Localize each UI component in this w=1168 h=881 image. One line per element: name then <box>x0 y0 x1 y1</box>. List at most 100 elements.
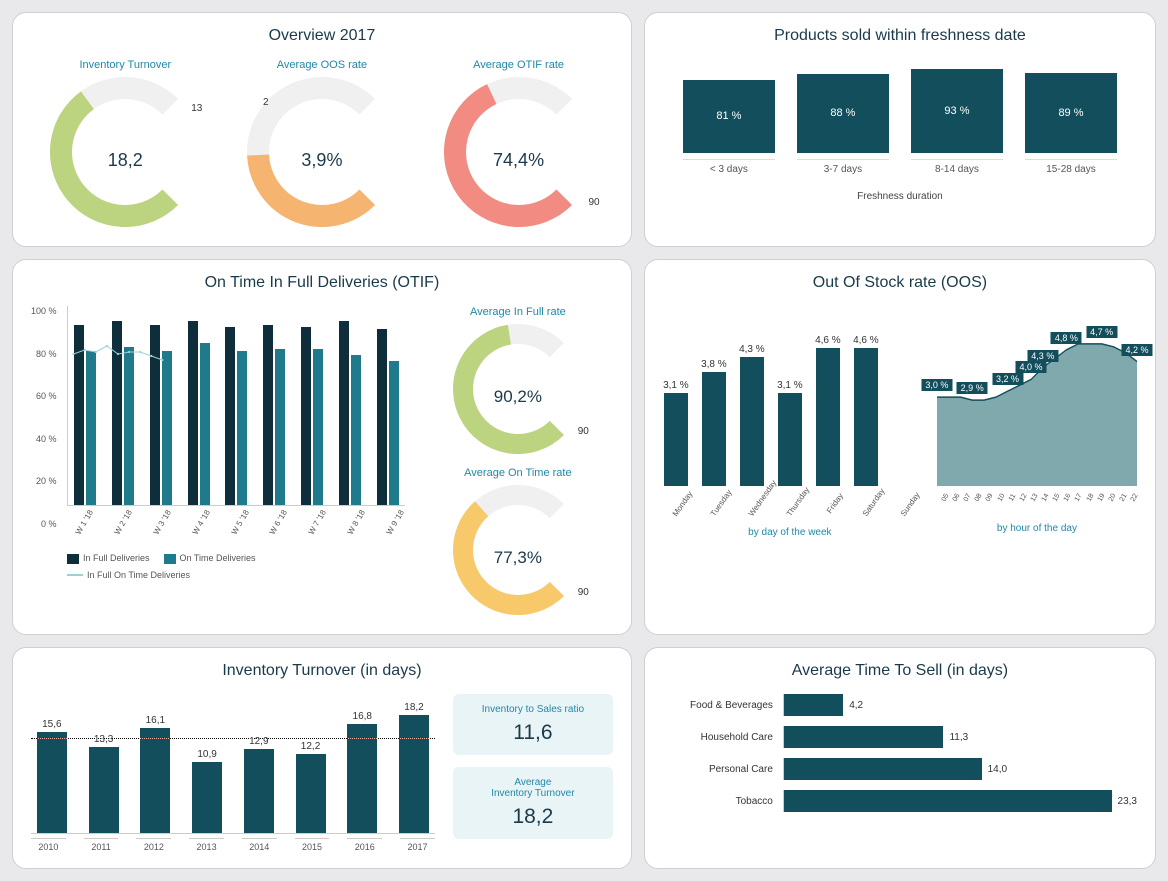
inventory-kpis: Inventory to Sales ratio 11,6Average Inv… <box>453 694 613 851</box>
oos-day-bar: 4,6 % <box>815 335 841 486</box>
bar-on-time <box>313 349 323 505</box>
card-title-otif: On Time In Full Deliveries (OTIF) <box>31 274 613 292</box>
gauge-label: Average In Full rate <box>470 306 566 318</box>
oos-caption-hour: by hour of the day <box>937 523 1137 534</box>
oos-hour-cats: 050607080910111213141516171819202122 <box>937 490 1137 503</box>
bar-on-time <box>275 349 285 505</box>
bar-value: 3,1 % <box>663 380 689 391</box>
bar-on-time <box>124 347 134 505</box>
otif-bars <box>67 306 405 506</box>
card-time-to-sell: Average Time To Sell (in days) Food & Be… <box>644 647 1156 869</box>
oos-day-bar <box>891 484 917 486</box>
bar-on-time <box>200 343 210 505</box>
bar-value: 14,0 <box>988 764 1007 775</box>
gauge-value: 74,4% <box>493 150 544 171</box>
bar <box>784 790 1112 812</box>
oos-hour-label: 4,3 % <box>1027 350 1058 362</box>
bar-in-full <box>150 325 160 505</box>
bar <box>784 694 843 716</box>
bar <box>702 372 726 486</box>
kpi-value: 18,2 <box>467 805 599 829</box>
oos-hour-label: 3,2 % <box>992 373 1023 385</box>
gauge-label: Inventory Turnover <box>79 59 171 71</box>
oos-day-bar: 3,1 % <box>777 380 803 486</box>
tts-row: Food & Beverages 4,2 <box>663 694 1137 716</box>
oos-day-bar: 3,1 % <box>663 380 689 486</box>
bar-value: 4,3 % <box>739 344 765 355</box>
inventory-bar: 16,8 <box>345 711 379 833</box>
gauge-value: 3,9% <box>301 150 342 171</box>
dashboard: Overview 2017 Inventory Turnover 18,2 13… <box>12 12 1156 869</box>
inventory-bar: 12,2 <box>294 741 328 833</box>
otif-group <box>375 329 401 505</box>
inventory-chart: 15,6 13,3 16,1 10,9 12,9 12,2 16,8 18,2 … <box>31 694 435 852</box>
freshness-bar: 88 % 3-7 days <box>797 74 889 175</box>
bar-value: 3,1 % <box>777 380 803 391</box>
bar <box>244 749 274 833</box>
bar-in-full <box>74 325 84 505</box>
bar-value: 13,3 <box>94 734 113 745</box>
oos-hour-label: 4,7 % <box>1086 326 1117 338</box>
bar-value: 10,9 <box>197 749 216 760</box>
bar <box>89 747 119 833</box>
kpi-label: Average Inventory Turnover <box>467 777 599 799</box>
card-title-overview: Overview 2017 <box>31 27 613 45</box>
otif-yaxis: 100 %80 %60 %40 %20 %0 % <box>31 306 57 529</box>
gauge-marker: 2 <box>263 97 269 108</box>
inventory-bar: 15,6 <box>35 719 69 833</box>
bar-on-time <box>389 361 399 505</box>
gauge-value: 18,2 <box>108 150 143 171</box>
oos-day-bar: 4,3 % <box>739 344 765 486</box>
inventory-bar: 12,9 <box>242 736 276 833</box>
bar: 89 % <box>1025 73 1117 153</box>
oos-hour-label: 2,9 % <box>957 382 988 394</box>
bar <box>816 348 840 486</box>
gauge-marker: 90 <box>588 197 599 208</box>
bar-on-time <box>237 351 247 505</box>
otif-group <box>110 321 136 505</box>
oos-day-bar: 3,8 % <box>701 359 727 486</box>
bar-in-full <box>301 327 311 505</box>
legend-on-time: On Time Deliveries <box>180 553 256 563</box>
bar-on-time <box>162 351 172 505</box>
bar-category: < 3 days <box>683 159 775 175</box>
otif-legend: In Full Deliveries On Time Deliveries In… <box>67 553 405 580</box>
bar-in-full <box>225 327 235 505</box>
gauge-average-oos-rate: Average OOS rate 3,9% 2 <box>247 59 397 230</box>
freshness-bars: 81 % < 3 days 88 % 3-7 days 93 % 8-14 da… <box>663 59 1137 181</box>
freshness-bar: 81 % < 3 days <box>683 80 775 175</box>
kpi-value: 11,6 <box>467 721 599 745</box>
oos-hour-label: 4,0 % <box>1016 361 1047 373</box>
gauge-average-in-full-rate: Average In Full rate 90,2% 90 <box>423 306 613 457</box>
bar: 81 % <box>683 80 775 153</box>
kpi-box: Average Inventory Turnover 18,2 <box>453 767 613 839</box>
otif-group <box>299 327 325 505</box>
gauge-average-otif-rate: Average OTIF rate 74,4% 90 <box>444 59 594 230</box>
gauge-label: Average OOS rate <box>277 59 367 71</box>
time-to-sell-chart: Food & Beverages 4,2 Household Care 11,3… <box>663 694 1137 812</box>
bar <box>778 393 802 486</box>
gauge-average-on-time-rate: Average On Time rate 77,3% 90 <box>423 467 613 618</box>
legend-in-full: In Full Deliveries <box>83 553 150 563</box>
oos-hour-label: 4,2 % <box>1121 344 1152 356</box>
gauge-marker: 90 <box>578 587 589 598</box>
bar-value: 12,2 <box>301 741 320 752</box>
otif-group <box>148 325 174 505</box>
bar-value: 16,1 <box>146 715 165 726</box>
bar-in-full <box>188 321 198 505</box>
overview-gauges: Inventory Turnover 18,2 13 Average OOS r… <box>31 59 613 230</box>
gauge-label: Average On Time rate <box>464 467 571 479</box>
bar <box>784 758 982 780</box>
tts-row: Tobacco 23,3 <box>663 790 1137 812</box>
otif-group <box>337 321 363 505</box>
bar <box>740 357 764 486</box>
bar-in-full <box>339 321 349 505</box>
bar-on-time <box>86 351 96 505</box>
gauge-marker: 13 <box>191 103 202 114</box>
bar-value: 3,8 % <box>701 359 727 370</box>
bar: 93 % <box>911 69 1003 153</box>
inventory-bar: 10,9 <box>190 749 224 833</box>
bar <box>854 348 878 486</box>
inventory-bar: 18,2 <box>397 702 431 833</box>
bar: 88 % <box>797 74 889 153</box>
